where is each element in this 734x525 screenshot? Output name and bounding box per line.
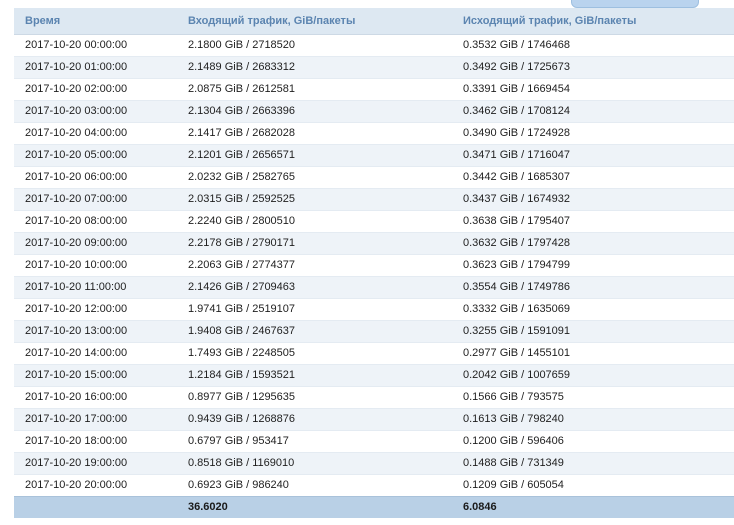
table-row: 2017-10-20 13:00:00 1.9408 GiB / 2467637 0… <box>14 319 734 342</box>
time-cell: 2017-10-20 19:00:00 <box>14 451 177 474</box>
outgoing-cell: 0.3442 GiB / 1685307 <box>452 165 734 188</box>
totals-row: 36.6020 6.0846 <box>14 495 734 518</box>
outgoing-cell: 0.3437 GiB / 1674932 <box>452 187 734 210</box>
table-row: 2017-10-20 10:00:00 2.2063 GiB / 2774377 0… <box>14 253 734 276</box>
incoming-cell: 0.8518 GiB / 1169010 <box>177 451 452 474</box>
outgoing-cell: 0.1488 GiB / 731349 <box>452 451 734 474</box>
table-row: 2017-10-20 05:00:00 2.1201 GiB / 2656571 0… <box>14 143 734 166</box>
column-header-incoming[interactable]: Входящий трафик, GiB/пакеты <box>177 8 452 35</box>
table-row: 2017-10-20 11:00:00 2.1426 GiB / 2709463 0… <box>14 275 734 298</box>
time-cell: 2017-10-20 07:00:00 <box>14 187 177 210</box>
outgoing-cell: 0.2977 GiB / 1455101 <box>452 341 734 364</box>
time-cell: 2017-10-20 20:00:00 <box>14 473 177 496</box>
table-body: 2017-10-20 00:00:00 2.1800 GiB / 2718520 0… <box>14 33 734 496</box>
time-cell: 2017-10-20 06:00:00 <box>14 165 177 188</box>
outgoing-cell: 0.3462 GiB / 1708124 <box>452 99 734 122</box>
column-header-outgoing[interactable]: Исходящий трафик, GiB/пакеты <box>452 8 734 35</box>
incoming-cell: 2.1426 GiB / 2709463 <box>177 275 452 298</box>
table-row: 2017-10-20 15:00:00 1.2184 GiB / 1593521 0… <box>14 363 734 386</box>
incoming-cell: 2.0232 GiB / 2582765 <box>177 165 452 188</box>
incoming-cell: 2.1489 GiB / 2683312 <box>177 55 452 78</box>
incoming-cell: 2.2063 GiB / 2774377 <box>177 253 452 276</box>
incoming-cell: 2.0875 GiB / 2612581 <box>177 77 452 100</box>
table-row: 2017-10-20 03:00:00 2.1304 GiB / 2663396 0… <box>14 99 734 122</box>
table-row: 2017-10-20 07:00:00 2.0315 GiB / 2592525 0… <box>14 187 734 210</box>
outgoing-cell: 0.3332 GiB / 1635069 <box>452 297 734 320</box>
incoming-cell: 0.6797 GiB / 953417 <box>177 429 452 452</box>
incoming-cell: 2.1304 GiB / 2663396 <box>177 99 452 122</box>
outgoing-cell: 0.1613 GiB / 798240 <box>452 407 734 430</box>
table-row: 2017-10-20 14:00:00 1.7493 GiB / 2248505 0… <box>14 341 734 364</box>
column-header-time[interactable]: Время <box>14 8 177 35</box>
table-row: 2017-10-20 18:00:00 0.6797 GiB / 953417 0.… <box>14 429 734 452</box>
time-cell: 2017-10-20 02:00:00 <box>14 77 177 100</box>
outgoing-cell: 0.3391 GiB / 1669454 <box>452 77 734 100</box>
incoming-cell: 1.9408 GiB / 2467637 <box>177 319 452 342</box>
outgoing-cell: 0.1566 GiB / 793575 <box>452 385 734 408</box>
time-cell: 2017-10-20 16:00:00 <box>14 385 177 408</box>
time-cell: 2017-10-20 17:00:00 <box>14 407 177 430</box>
time-cell: 2017-10-20 14:00:00 <box>14 341 177 364</box>
table-row: 2017-10-20 04:00:00 2.1417 GiB / 2682028 0… <box>14 121 734 144</box>
incoming-cell: 2.1417 GiB / 2682028 <box>177 121 452 144</box>
outgoing-cell: 0.1209 GiB / 605054 <box>452 473 734 496</box>
time-cell: 2017-10-20 08:00:00 <box>14 209 177 232</box>
time-cell: 2017-10-20 01:00:00 <box>14 55 177 78</box>
time-cell: 2017-10-20 11:00:00 <box>14 275 177 298</box>
table-row: 2017-10-20 09:00:00 2.2178 GiB / 2790171 0… <box>14 231 734 254</box>
table-row: 2017-10-20 00:00:00 2.1800 GiB / 2718520 0… <box>14 33 734 56</box>
outgoing-cell: 0.3490 GiB / 1724928 <box>452 121 734 144</box>
table-row: 2017-10-20 16:00:00 0.8977 GiB / 1295635 0… <box>14 385 734 408</box>
incoming-cell: 1.9741 GiB / 2519107 <box>177 297 452 320</box>
partial-top-button[interactable] <box>571 0 699 8</box>
outgoing-cell: 0.3255 GiB / 1591091 <box>452 319 734 342</box>
incoming-cell: 1.7493 GiB / 2248505 <box>177 341 452 364</box>
time-cell: 2017-10-20 05:00:00 <box>14 143 177 166</box>
totals-time-cell <box>14 495 177 518</box>
incoming-cell: 2.1800 GiB / 2718520 <box>177 33 452 56</box>
table-row: 2017-10-20 20:00:00 0.6923 GiB / 986240 0.… <box>14 473 734 496</box>
totals-incoming-cell: 36.6020 <box>177 495 452 518</box>
table-header-row: Время Входящий трафик, GiB/пакеты Исходя… <box>14 8 734 35</box>
incoming-cell: 2.2240 GiB / 2800510 <box>177 209 452 232</box>
totals-outgoing-cell: 6.0846 <box>452 495 734 518</box>
incoming-cell: 1.2184 GiB / 1593521 <box>177 363 452 386</box>
time-cell: 2017-10-20 03:00:00 <box>14 99 177 122</box>
table-row: 2017-10-20 06:00:00 2.0232 GiB / 2582765 0… <box>14 165 734 188</box>
time-cell: 2017-10-20 04:00:00 <box>14 121 177 144</box>
incoming-cell: 2.2178 GiB / 2790171 <box>177 231 452 254</box>
time-cell: 2017-10-20 09:00:00 <box>14 231 177 254</box>
traffic-table: Время Входящий трафик, GiB/пакеты Исходя… <box>14 8 734 518</box>
incoming-cell: 0.6923 GiB / 986240 <box>177 473 452 496</box>
time-cell: 2017-10-20 00:00:00 <box>14 33 177 56</box>
time-cell: 2017-10-20 13:00:00 <box>14 319 177 342</box>
incoming-cell: 0.8977 GiB / 1295635 <box>177 385 452 408</box>
table-row: 2017-10-20 12:00:00 1.9741 GiB / 2519107 0… <box>14 297 734 320</box>
outgoing-cell: 0.3554 GiB / 1749786 <box>452 275 734 298</box>
outgoing-cell: 0.2042 GiB / 1007659 <box>452 363 734 386</box>
time-cell: 2017-10-20 15:00:00 <box>14 363 177 386</box>
time-cell: 2017-10-20 18:00:00 <box>14 429 177 452</box>
table-row: 2017-10-20 19:00:00 0.8518 GiB / 1169010 0… <box>14 451 734 474</box>
outgoing-cell: 0.3638 GiB / 1795407 <box>452 209 734 232</box>
time-cell: 2017-10-20 10:00:00 <box>14 253 177 276</box>
outgoing-cell: 0.3492 GiB / 1725673 <box>452 55 734 78</box>
incoming-cell: 2.1201 GiB / 2656571 <box>177 143 452 166</box>
outgoing-cell: 0.3632 GiB / 1797428 <box>452 231 734 254</box>
table-row: 2017-10-20 01:00:00 2.1489 GiB / 2683312 0… <box>14 55 734 78</box>
outgoing-cell: 0.3471 GiB / 1716047 <box>452 143 734 166</box>
outgoing-cell: 0.3623 GiB / 1794799 <box>452 253 734 276</box>
incoming-cell: 2.0315 GiB / 2592525 <box>177 187 452 210</box>
table-row: 2017-10-20 17:00:00 0.9439 GiB / 1268876 0… <box>14 407 734 430</box>
table-row: 2017-10-20 02:00:00 2.0875 GiB / 2612581 0… <box>14 77 734 100</box>
incoming-cell: 0.9439 GiB / 1268876 <box>177 407 452 430</box>
time-cell: 2017-10-20 12:00:00 <box>14 297 177 320</box>
outgoing-cell: 0.3532 GiB / 1746468 <box>452 33 734 56</box>
outgoing-cell: 0.1200 GiB / 596406 <box>452 429 734 452</box>
table-row: 2017-10-20 08:00:00 2.2240 GiB / 2800510 0… <box>14 209 734 232</box>
